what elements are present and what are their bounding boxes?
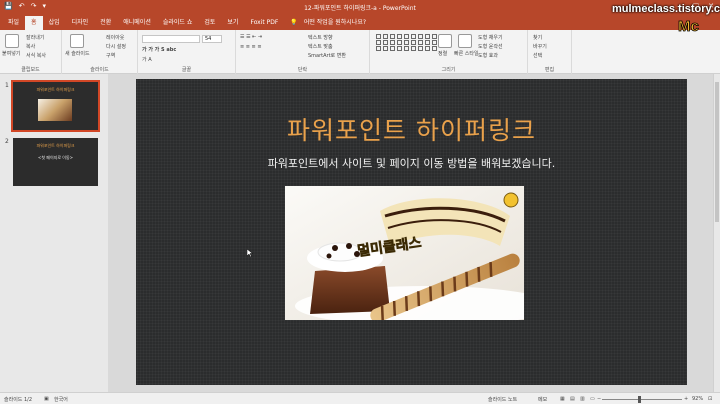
- group-label: 단락: [297, 67, 308, 73]
- thumbnail-subtitle: <첫 페이지로 이동>: [37, 155, 73, 160]
- align-text-button[interactable]: 텍스트 맞춤: [308, 43, 333, 50]
- current-slide[interactable]: 파워포인트 하이퍼링크 파워포인트에서 사이트 및 페이지 이동 방법을 배워보…: [136, 79, 687, 385]
- thumbnail-title: 파워포인트 하이퍼링크: [36, 87, 75, 92]
- notes-button[interactable]: 슬라이드 노트: [488, 396, 517, 403]
- slide-thumbnail-1[interactable]: 파워포인트 하이퍼링크: [11, 80, 100, 132]
- font-color-icon[interactable]: 가 A: [142, 56, 152, 63]
- zoom-slider-knob[interactable]: [637, 396, 641, 403]
- bold-icon[interactable]: 가 가 가 S abc: [142, 46, 176, 53]
- slide-subtitle[interactable]: 파워포인트에서 사이트 및 페이지 이동 방법을 배워보겠습니다.: [136, 155, 687, 171]
- tab-design[interactable]: 디자인: [66, 16, 95, 30]
- smartart-button[interactable]: SmartArt로 변환: [308, 52, 346, 59]
- tab-animations[interactable]: 애니메이션: [117, 16, 157, 30]
- copy-button[interactable]: 복사: [26, 43, 35, 50]
- tab-insert[interactable]: 삽입: [43, 16, 66, 30]
- tab-home[interactable]: 홈: [25, 16, 43, 30]
- shapes-gallery[interactable]: [376, 34, 438, 51]
- normal-view-icon[interactable]: ▦: [560, 396, 565, 402]
- slide-thumbnail-2[interactable]: 파워포인트 하이퍼링크 <첫 페이지로 이동>: [13, 138, 98, 186]
- shape-outline-button[interactable]: 도형 윤곽선: [478, 43, 503, 50]
- tab-file[interactable]: 파일: [2, 16, 25, 30]
- ribbon: 붙여넣기 잘라내기 복사 서식 복사 클립보드 새 슬라이드 레이아웃 다시 설…: [0, 30, 720, 74]
- group-label: 편집: [544, 67, 555, 73]
- layout-button[interactable]: 레이아웃: [106, 34, 124, 41]
- paste-icon[interactable]: [5, 34, 19, 48]
- spellcheck-icon[interactable]: ▣: [44, 396, 49, 402]
- new-slide-icon[interactable]: [70, 34, 84, 48]
- zoom-in-icon[interactable]: +: [684, 396, 688, 402]
- new-slide-button[interactable]: 새 슬라이드: [65, 50, 90, 57]
- tab-view[interactable]: 보기: [221, 16, 244, 30]
- group-label: 그리기: [441, 67, 456, 73]
- section-button[interactable]: 구역: [106, 52, 115, 59]
- group-label: 슬라이드: [90, 67, 109, 73]
- cut-button[interactable]: 잘라내기: [26, 34, 44, 41]
- language-indicator[interactable]: 한국어: [54, 396, 68, 403]
- tab-review[interactable]: 검토: [198, 16, 221, 30]
- tell-me-box[interactable]: 어떤 작업을 원하시나요?: [298, 16, 366, 30]
- status-bar: 슬라이드 1/2 ▣ 한국어 슬라이드 노트 메모 ▦ ▤ ▥ ▭ − + 92…: [0, 392, 720, 404]
- tab-transitions[interactable]: 전환: [94, 16, 117, 30]
- font-size-combo[interactable]: 54: [202, 35, 222, 43]
- replace-button[interactable]: 바꾸기: [533, 43, 547, 50]
- dessert-illustration: 멀미클래스: [285, 186, 524, 320]
- slideshow-view-icon[interactable]: ▭: [590, 396, 595, 402]
- slide-number: 1: [5, 82, 9, 89]
- quick-styles-button[interactable]: 빠른 스타일: [454, 50, 479, 57]
- group-font: 54 가 가 가 S abc 가 A 글꼴: [138, 30, 236, 74]
- zoom-slider[interactable]: [602, 399, 682, 400]
- group-label: 글꼴: [181, 67, 192, 73]
- bullets-icon[interactable]: ☰ ☰ ⇤ ⇥: [240, 34, 262, 40]
- ribbon-tabs: 파일 홈 삽입 디자인 전환 애니메이션 슬라이드 쇼 검토 보기 Foxit …: [0, 14, 720, 30]
- thumbnail-title: 파워포인트 하이퍼링크: [36, 143, 75, 148]
- comments-button[interactable]: 메모: [538, 396, 547, 403]
- tab-foxit-pdf[interactable]: Foxit PDF: [244, 16, 284, 30]
- shape-fill-button[interactable]: 도형 채우기: [478, 34, 503, 41]
- text-direction-button[interactable]: 텍스트 방향: [308, 34, 333, 41]
- slide-title[interactable]: 파워포인트 하이퍼링크: [136, 111, 687, 147]
- shape-effects-button[interactable]: 도형 효과: [478, 52, 498, 59]
- zoom-out-icon[interactable]: −: [597, 396, 601, 402]
- slide-indicator: 슬라이드 1/2: [4, 397, 33, 403]
- paste-button[interactable]: 붙여넣기: [2, 50, 20, 57]
- mouse-cursor-icon: [247, 249, 253, 257]
- font-name-combo[interactable]: [142, 35, 200, 43]
- group-drawing: 정렬 빠른 스타일 도형 채우기 도형 윤곽선 도형 효과 그리기: [370, 30, 528, 74]
- group-clipboard: 붙여넣기 잘라내기 복사 서식 복사 클립보드: [0, 30, 62, 74]
- group-label: 클립보드: [21, 67, 40, 73]
- slide-thumbnails-pane: 1 파워포인트 하이퍼링크 2 파워포인트 하이퍼링크 <첫 페이지로 이동>: [0, 74, 108, 392]
- vertical-scrollbar[interactable]: [713, 74, 720, 392]
- scrollbar-thumb[interactable]: [715, 82, 719, 222]
- fit-slide-icon[interactable]: ⊡: [708, 396, 712, 402]
- group-paragraph: ☰ ☰ ⇤ ⇥ ≡ ≡ ≡ ≡ 텍스트 방향 텍스트 맞춤 SmartArt로 …: [236, 30, 370, 74]
- align-icon[interactable]: ≡ ≡ ≡ ≡: [240, 44, 262, 50]
- reading-view-icon[interactable]: ▥: [580, 396, 585, 402]
- lightbulb-icon: 💡: [290, 19, 298, 26]
- svg-text:Mc: Mc: [678, 18, 699, 35]
- group-editing: 찾기 바꾸기 선택 편집: [528, 30, 572, 74]
- arrange-button[interactable]: 정렬: [438, 50, 447, 57]
- tab-slideshow[interactable]: 슬라이드 쇼: [157, 16, 199, 30]
- dessert-photo[interactable]: 멀미클래스: [285, 186, 524, 320]
- watermark-logo-icon: Mc: [678, 18, 700, 36]
- sorter-view-icon[interactable]: ▤: [570, 396, 575, 402]
- arrange-icon[interactable]: [438, 34, 452, 48]
- thumbnail-photo: [38, 99, 72, 121]
- slide-number: 2: [5, 138, 9, 145]
- format-painter-button[interactable]: 서식 복사: [26, 52, 46, 59]
- select-button[interactable]: 선택: [533, 52, 542, 59]
- find-button[interactable]: 찾기: [533, 34, 542, 41]
- zoom-level[interactable]: 92%: [692, 396, 703, 402]
- quick-styles-icon[interactable]: [458, 34, 472, 48]
- group-slides: 새 슬라이드 레이아웃 다시 설정 구역 슬라이드: [62, 30, 138, 74]
- reset-button[interactable]: 다시 설정: [106, 43, 126, 50]
